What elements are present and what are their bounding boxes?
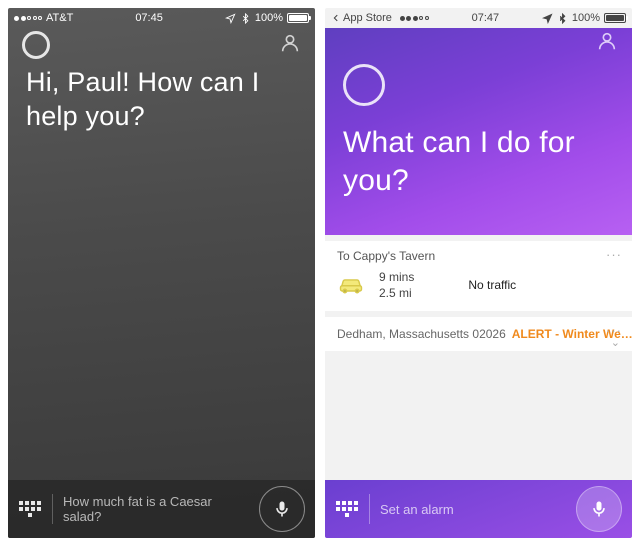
cortana-light-screen: App Store 07:47 100% <box>325 8 632 538</box>
cortana-dark-screen: AT&T 07:45 100% Hi, Paul! How can I help… <box>8 8 315 538</box>
greeting-text: What can I do for you? <box>325 120 632 199</box>
signal-dots-icon <box>14 16 42 21</box>
card-more-icon[interactable]: ··· <box>606 247 622 262</box>
commute-destination-label: To Cappy's Tavern <box>337 249 620 263</box>
chevron-down-icon[interactable]: ⌄ <box>611 336 620 349</box>
battery-percent-label: 100% <box>572 12 600 24</box>
bluetooth-icon <box>240 13 251 24</box>
greeting-text: Hi, Paul! How can I help you? <box>8 62 315 134</box>
cortana-halo-icon[interactable] <box>343 64 385 106</box>
commute-distance-label: 2.5 mi <box>379 285 414 301</box>
clock-label: 07:45 <box>135 12 163 24</box>
traffic-status-label: No traffic <box>468 278 516 292</box>
bluetooth-icon <box>557 13 568 24</box>
cortana-halo-icon[interactable] <box>22 31 50 59</box>
microphone-button[interactable] <box>259 486 305 532</box>
divider <box>52 494 53 524</box>
microphone-button[interactable] <box>576 486 622 532</box>
input-bar: Set an alarm <box>325 480 632 538</box>
back-app-label: App Store <box>343 12 392 24</box>
profile-button[interactable] <box>596 30 618 57</box>
battery-icon <box>287 13 309 23</box>
divider <box>369 494 370 524</box>
hero-panel: What can I do for you? <box>325 28 632 235</box>
carrier-label: AT&T <box>46 12 73 24</box>
apps-grid-icon[interactable] <box>18 501 42 517</box>
top-bar <box>8 28 315 62</box>
battery-percent-label: 100% <box>255 12 283 24</box>
ask-input[interactable]: Set an alarm <box>380 502 566 517</box>
location-arrow-icon <box>542 13 553 24</box>
input-bar: How much fat is a Caesar salad? <box>8 480 315 538</box>
weather-alert-card[interactable]: ··· Dedham, Massachusetts 02026 ALERT - … <box>325 317 632 351</box>
profile-button[interactable] <box>279 32 301 59</box>
ask-input[interactable]: How much fat is a Caesar salad? <box>63 494 249 524</box>
clock-label: 07:47 <box>472 12 500 24</box>
signal-dots-icon <box>400 16 429 21</box>
commute-duration-label: 9 mins <box>379 269 414 285</box>
apps-grid-icon[interactable] <box>335 501 359 517</box>
location-arrow-icon <box>225 13 236 24</box>
back-to-app-button[interactable]: App Store <box>331 12 392 24</box>
commute-card[interactable]: ··· To Cappy's Tavern 9 mins 2.5 mi No t… <box>325 241 632 311</box>
status-bar: AT&T 07:45 100% <box>8 8 315 28</box>
top-bar <box>325 28 632 58</box>
status-bar: App Store 07:47 100% <box>325 8 632 28</box>
car-icon <box>337 273 365 298</box>
location-label: Dedham, Massachusetts 02026 <box>337 327 506 341</box>
battery-icon <box>604 13 626 23</box>
